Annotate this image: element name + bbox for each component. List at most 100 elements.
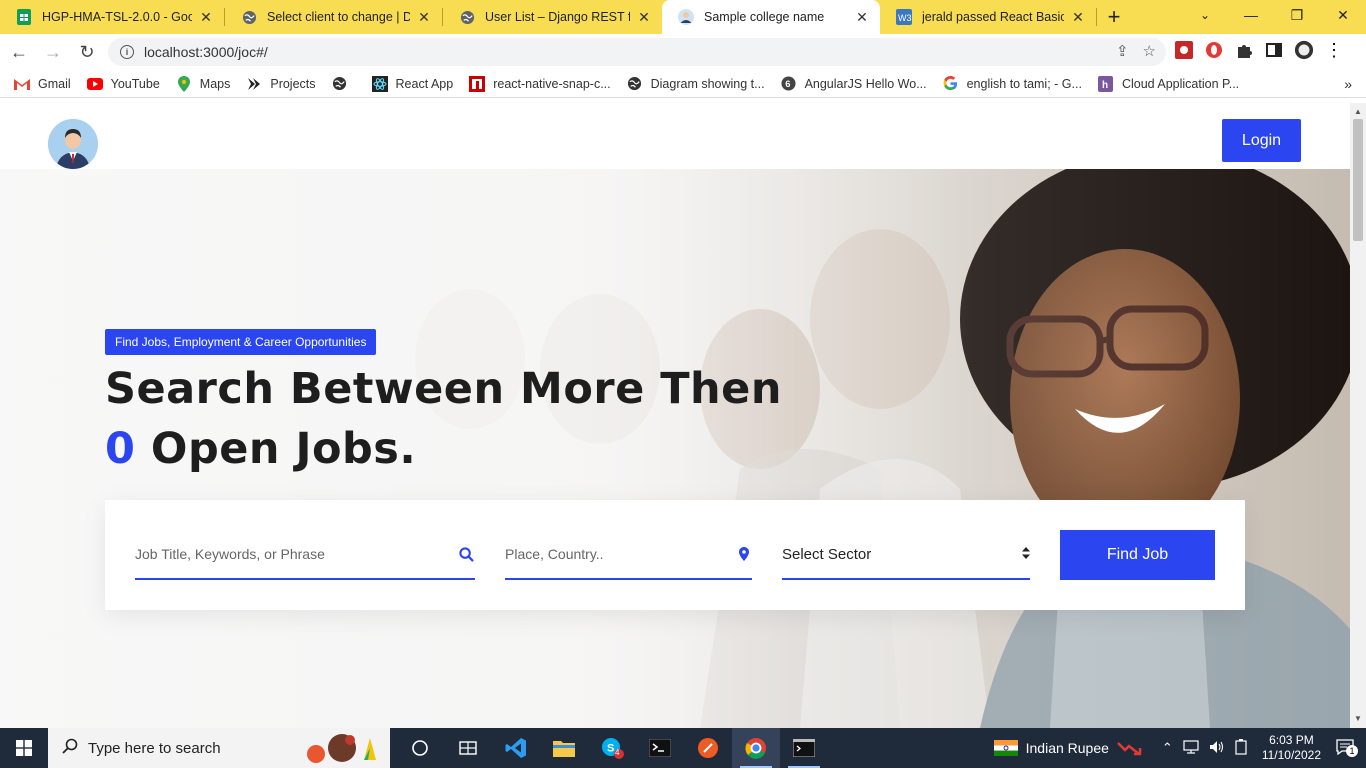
place-input[interactable]	[505, 546, 736, 562]
bookmark-youtube[interactable]: YouTube	[86, 76, 160, 92]
notification-count: 1	[1346, 744, 1358, 757]
bookmark-diagram[interactable]: Diagram showing t...	[627, 76, 765, 92]
maps-icon	[176, 75, 192, 92]
taskbar-search-box[interactable]: Type here to search	[48, 728, 390, 768]
url-text: localhost:3000/joc#/	[144, 44, 268, 60]
battery-icon[interactable]	[1235, 738, 1247, 758]
bookmark-label: Diagram showing t...	[650, 76, 765, 91]
volume-icon[interactable]	[1209, 740, 1225, 757]
scrollbar-thumb[interactable]	[1353, 119, 1363, 241]
tab-sample-college[interactable]: Sample college name ✕	[662, 0, 880, 34]
close-icon[interactable]: ✕	[1070, 9, 1086, 26]
tab-w3-quiz[interactable]: W3 jerald passed React Basic qu ✕	[880, 0, 1096, 34]
profile-avatar-icon[interactable]	[1294, 40, 1314, 60]
login-button[interactable]: Login	[1222, 119, 1301, 162]
minimize-icon[interactable]: —	[1228, 0, 1274, 30]
puzzle-icon[interactable]	[1234, 40, 1254, 60]
tab-title: Select client to change | Djan	[267, 10, 410, 24]
bookmark-react-native-snap[interactable]: react-native-snap-c...	[469, 75, 611, 92]
youtube-icon	[86, 76, 103, 92]
bookmark-react-app[interactable]: React App	[371, 75, 453, 92]
heroku-icon: h	[1098, 75, 1114, 92]
currency-widget[interactable]: Indian Rupee	[993, 740, 1143, 756]
globe-icon	[459, 9, 475, 25]
postman-icon[interactable]	[684, 728, 732, 768]
address-bar[interactable]: i localhost:3000/joc#/ ⇪ ☆	[108, 38, 1166, 66]
logo-avatar[interactable]	[48, 119, 98, 169]
bookmark-projects[interactable]: Projects	[246, 76, 316, 92]
site-header: Login	[0, 103, 1350, 169]
network-icon[interactable]	[1183, 739, 1199, 757]
terminal-icon[interactable]	[636, 728, 684, 768]
close-icon[interactable]: ✕	[636, 9, 652, 26]
clock-time: 6:03 PM	[1269, 733, 1314, 747]
more-bookmarks-chevron-icon[interactable]: »	[1344, 76, 1352, 92]
command-prompt-icon[interactable]	[780, 728, 828, 768]
bookmark-cloud-application[interactable]: h Cloud Application P...	[1098, 75, 1239, 92]
svg-text:W3: W3	[898, 13, 912, 23]
windows-start-icon[interactable]	[0, 728, 48, 768]
skype-badge: 4	[615, 748, 620, 757]
tab-django-rest[interactable]: User List – Django REST fram ✕	[443, 0, 662, 34]
bookmark-maps[interactable]: Maps	[176, 75, 231, 92]
widgets-icon[interactable]	[444, 728, 492, 768]
tab-django-clients[interactable]: Select client to change | Djan ✕	[225, 0, 442, 34]
tab-search-chevron-icon[interactable]: ⌄	[1192, 0, 1218, 30]
opera-extension-icon[interactable]	[1204, 40, 1224, 60]
scroll-up-arrow-icon[interactable]: ▲	[1350, 105, 1366, 119]
scroll-down-arrow-icon[interactable]: ▼	[1350, 712, 1366, 726]
restore-icon[interactable]: ❐	[1274, 0, 1320, 30]
screenshot-extension-icon[interactable]	[1174, 40, 1194, 60]
star-icon[interactable]: ☆	[1143, 42, 1156, 60]
hero-title-line2: 0 Open Jobs.	[105, 419, 782, 479]
windows-taskbar: Type here to search S 4 Indian Rupee ⌃ 6…	[0, 728, 1366, 768]
task-view-icon[interactable]	[396, 728, 444, 768]
menu-kebab-icon[interactable]: ⋮	[1324, 40, 1344, 60]
close-window-icon[interactable]: ✕	[1320, 0, 1366, 30]
notifications-icon[interactable]: 1	[1336, 738, 1358, 758]
forward-arrow-icon[interactable]: →	[38, 37, 68, 67]
taskbar-clock[interactable]: 6:03 PM 11/10/2022	[1262, 733, 1321, 763]
sector-select[interactable]: Select Sector	[782, 530, 1030, 580]
system-tray: Indian Rupee ⌃ 6:03 PM 11/10/2022 1	[993, 728, 1366, 768]
globe-icon	[241, 9, 257, 25]
find-job-button[interactable]: Find Job	[1060, 530, 1215, 580]
bookmark-label: Maps	[199, 76, 231, 91]
page-scrollbar[interactable]: ▲ ▼	[1350, 103, 1366, 728]
close-icon[interactable]: ✕	[854, 9, 870, 26]
new-tab-button[interactable]: +	[1097, 0, 1131, 34]
bookmark-gmail[interactable]: Gmail	[14, 76, 71, 92]
page-viewport: Login Find Jobs, Employment & Career Opp…	[0, 103, 1350, 728]
bookmark-google-translate[interactable]: english to tami; - G...	[943, 76, 1082, 92]
bookmark-globe[interactable]	[332, 76, 356, 92]
tab-title: HGP-HMA-TSL-2.0.0 - Google	[42, 10, 192, 24]
share-icon[interactable]: ⇪	[1116, 42, 1129, 60]
reload-icon[interactable]: ↻	[72, 37, 102, 67]
tab-sheets[interactable]: HGP-HMA-TSL-2.0.0 - Google ✕	[0, 0, 224, 34]
gmail-icon	[14, 76, 30, 92]
tab-title: User List – Django REST fram	[485, 10, 630, 24]
search-icon[interactable]	[458, 545, 475, 563]
bookmark-label: AngularJS Hello Wo...	[804, 76, 927, 91]
job-search-card: Select Sector Find Job	[105, 500, 1245, 610]
chevron-up-icon[interactable]: ⌃	[1162, 740, 1173, 756]
hero-badge: Find Jobs, Employment & Career Opportuni…	[105, 329, 377, 355]
vscode-icon[interactable]	[492, 728, 540, 768]
side-panel-icon[interactable]	[1264, 40, 1284, 60]
skype-icon[interactable]: S 4	[588, 728, 636, 768]
keyword-input[interactable]	[135, 546, 458, 562]
bookmark-label: react-native-snap-c...	[493, 76, 611, 91]
bookmark-angularjs[interactable]: 6 AngularJS Hello Wo...	[781, 76, 927, 92]
back-arrow-icon[interactable]: ←	[4, 37, 34, 67]
npm-icon	[469, 75, 486, 92]
tab-strip: HGP-HMA-TSL-2.0.0 - Google ✕ Select clie…	[0, 0, 1366, 34]
close-icon[interactable]: ✕	[416, 9, 432, 26]
chrome-icon[interactable]	[732, 728, 780, 768]
tab-title: jerald passed React Basic qu	[922, 10, 1064, 24]
info-icon[interactable]: i	[120, 45, 134, 59]
close-icon[interactable]: ✕	[198, 9, 214, 26]
file-explorer-icon[interactable]	[540, 728, 588, 768]
svg-text:S: S	[607, 743, 614, 755]
tab-title: Sample college name	[704, 10, 825, 24]
taskbar-search-placeholder: Type here to search	[88, 739, 221, 757]
